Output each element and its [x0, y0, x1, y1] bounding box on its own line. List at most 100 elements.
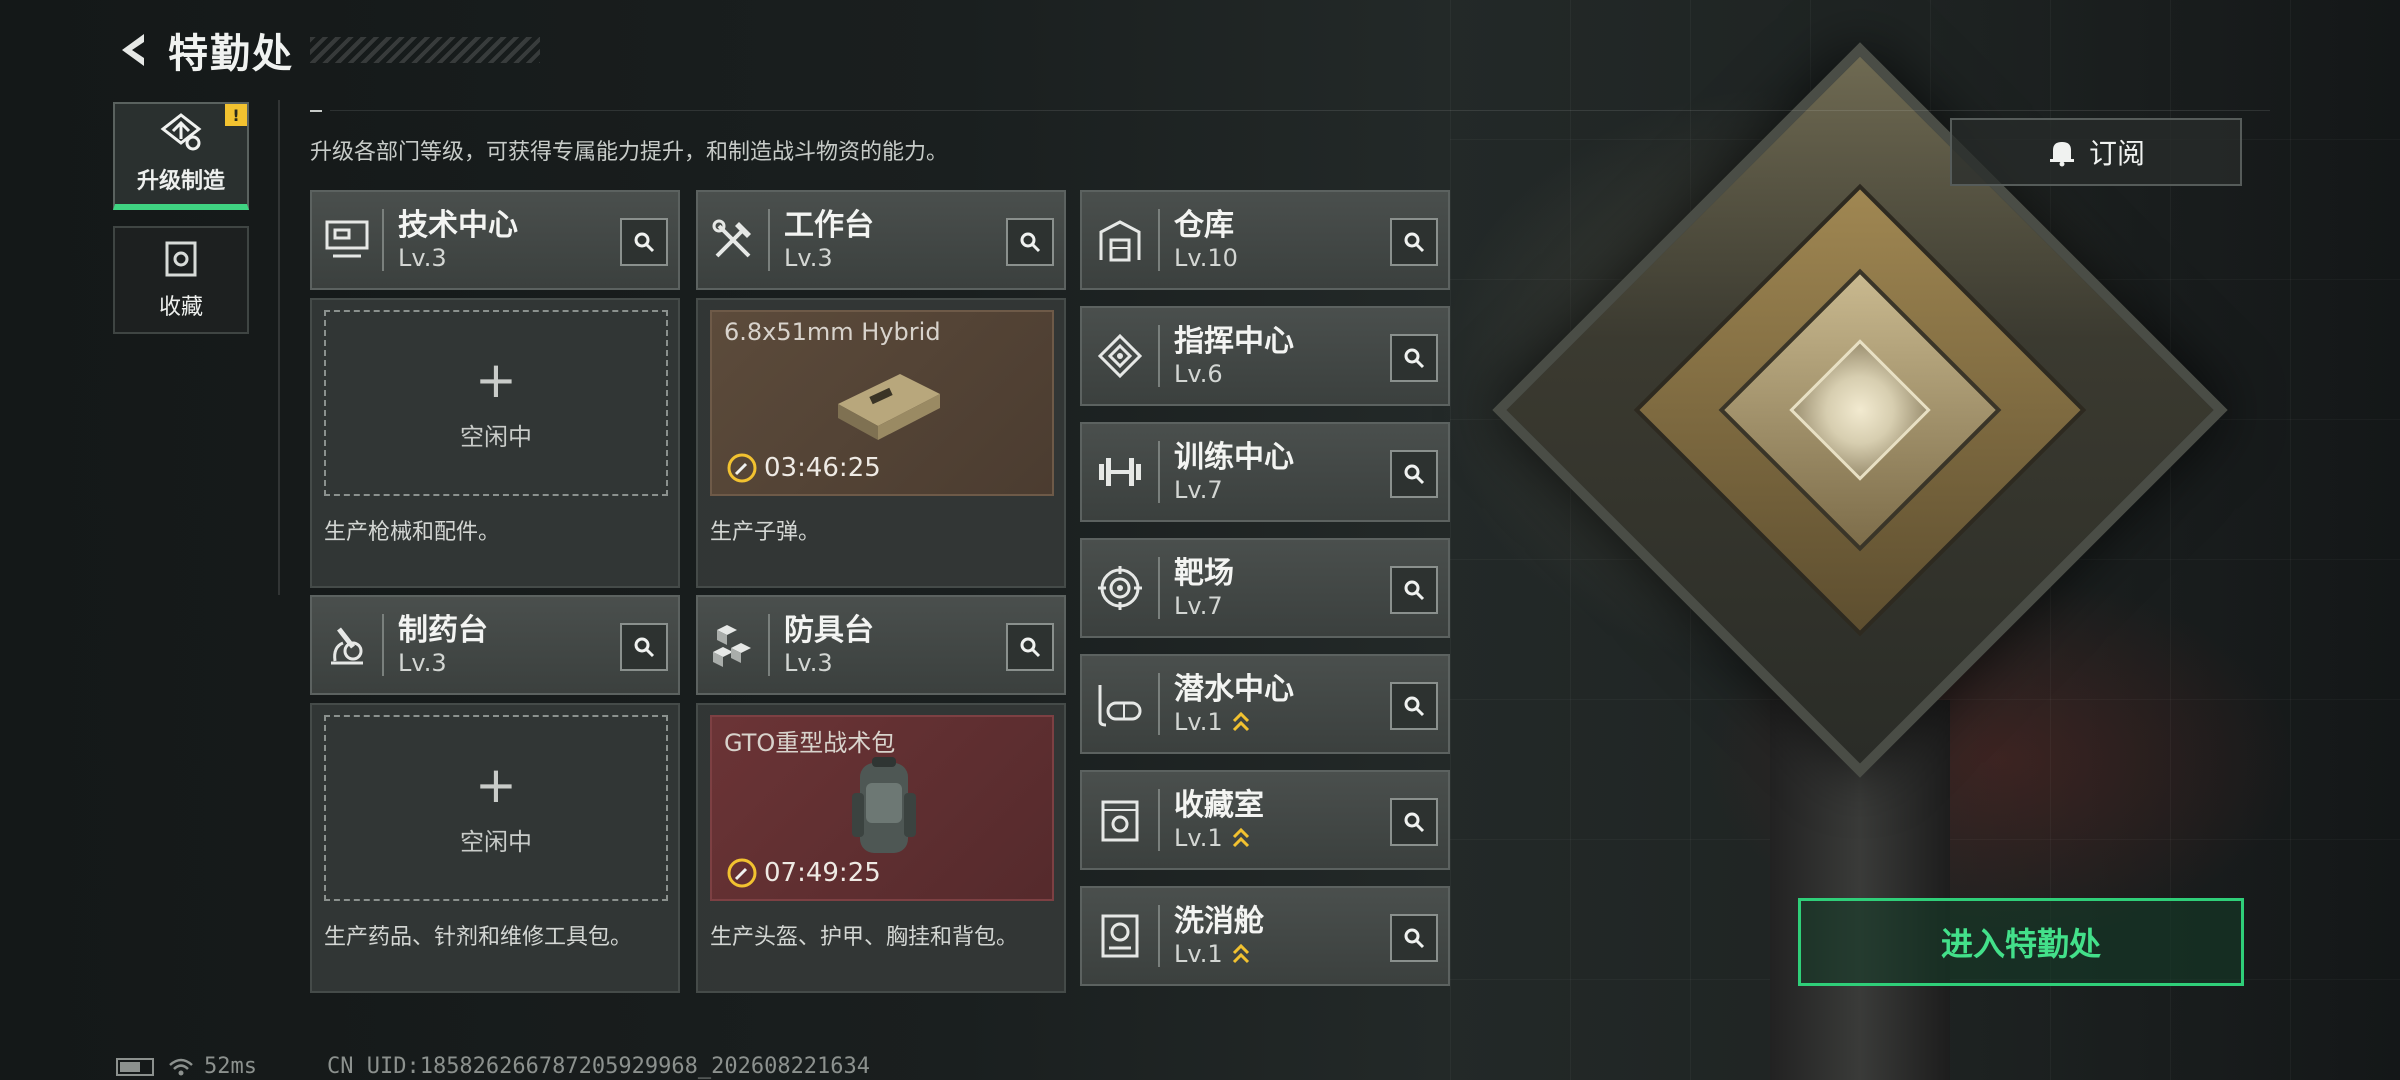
divider-line: [1158, 325, 1160, 387]
divider-line: [1158, 673, 1160, 735]
back-arrow-icon: [122, 34, 144, 66]
status-bar: 52ms CN UID:1858262667872059299​68_20260…: [116, 1054, 870, 1079]
enter-special-ops-button[interactable]: 进入特勤处: [1798, 898, 2244, 986]
facility-name: 收藏室: [1174, 788, 1264, 823]
bell-icon: [2049, 142, 2074, 167]
alert-badge: !: [225, 104, 247, 126]
station-body: GTO重型战术包 07:49:25 生产头盔、护甲、胸挂和背包。: [696, 703, 1066, 993]
production-timer: 07:49:25: [726, 857, 881, 889]
divider-line: [768, 614, 770, 676]
production-slot[interactable]: 6.8x51mm Hybrid 03:46:25: [710, 310, 1054, 496]
production-slot[interactable]: GTO重型战术包 07:49:25: [710, 715, 1054, 901]
station-header[interactable]: 工作台 Lv.3: [696, 190, 1066, 290]
armor-plates-icon: [698, 597, 768, 693]
slot-status: 空闲中: [460, 827, 532, 856]
production-item-name: 6.8x51mm Hybrid: [724, 318, 941, 346]
facility-warehouse[interactable]: 仓库 Lv.10: [1080, 190, 1450, 290]
divider-line: [1158, 905, 1160, 967]
back-button[interactable]: [110, 26, 158, 74]
station-header[interactable]: 防具台 Lv.3: [696, 595, 1066, 695]
empty-production-slot[interactable]: + 空闲中: [324, 310, 668, 496]
search-button[interactable]: [1390, 566, 1438, 614]
station-level: Lv.3: [398, 649, 447, 677]
subscribe-label: 订阅: [2088, 137, 2145, 170]
divider-line: [1158, 557, 1160, 619]
station-level: Lv.3: [784, 244, 833, 272]
search-button[interactable]: [1006, 218, 1054, 266]
search-button[interactable]: [1390, 682, 1438, 730]
facility-level: Lv.10: [1174, 244, 1238, 272]
upgrade-arrow-icon: [1232, 827, 1249, 848]
facility-diving-center[interactable]: 潜水中心 Lv.1: [1080, 654, 1450, 754]
facility-level: Lv.7: [1174, 592, 1234, 620]
facility-name: 训练中心: [1174, 440, 1294, 475]
divider-line: [1158, 441, 1160, 503]
search-icon: [1020, 637, 1041, 658]
level-value: Lv.1: [1174, 940, 1223, 968]
upgrade-arrow-icon: [1232, 943, 1249, 964]
microscope-icon: [312, 597, 382, 693]
search-button[interactable]: [1390, 914, 1438, 962]
search-icon: [1404, 348, 1425, 369]
station-body: + 空闲中 生产药品、针剂和维修工具包。: [310, 703, 680, 993]
station-description: 生产头盔、护甲、胸挂和背包。: [710, 925, 1019, 950]
diving-mask-icon: [1082, 656, 1158, 752]
wifi-icon: [169, 1058, 193, 1075]
facility-collection-room[interactable]: 收藏室 Lv.1: [1080, 770, 1450, 870]
divider-line: [278, 100, 280, 595]
station-name: 工作台: [784, 208, 874, 243]
search-icon: [634, 232, 655, 253]
tab-collection[interactable]: 收藏: [113, 226, 249, 334]
facility-name: 洗消舱: [1174, 904, 1264, 939]
level-value: Lv.1: [1174, 824, 1223, 852]
level-value: Lv.7: [1174, 592, 1223, 620]
ping-value: 52ms: [204, 1054, 257, 1079]
station-pharmacy: 制药台 Lv.3 + 空闲中 生产药品、针剂和维修工具包。: [310, 595, 680, 993]
level-value: Lv.10: [1174, 244, 1238, 272]
page-description: 升级各部门等级，可获得专属能力提升，和制造战斗物资的能力。: [310, 140, 949, 165]
backpack-icon: [852, 757, 916, 853]
divider-line: [330, 110, 2270, 111]
facility-cube-illustration: [1492, 42, 2228, 778]
station-description: 生产子弹。: [710, 520, 821, 545]
timer-value: 03:46:25: [764, 453, 881, 483]
production-timer: 03:46:25: [726, 452, 881, 484]
station-header[interactable]: 技术中心 Lv.3: [310, 190, 680, 290]
subscribe-button[interactable]: 订阅: [1950, 118, 2242, 186]
station-workbench: 工作台 Lv.3 6.8x51mm Hybrid 03:46:25 生产子弹。: [696, 190, 1066, 588]
search-button[interactable]: [1390, 450, 1438, 498]
station-header[interactable]: 制药台 Lv.3: [310, 595, 680, 695]
timer-wrench-icon: [727, 858, 757, 888]
search-button[interactable]: [620, 218, 668, 266]
station-name: 制药台: [398, 613, 488, 648]
search-button[interactable]: [1390, 218, 1438, 266]
station-tech-center: 技术中心 Lv.3 + 空闲中 生产枪械和配件。: [310, 190, 680, 588]
search-icon: [1404, 696, 1425, 717]
divider-line: [382, 209, 384, 271]
facility-name: 靶场: [1174, 556, 1234, 591]
tab-label: 升级制造: [136, 169, 225, 194]
search-button[interactable]: [1006, 623, 1054, 671]
search-icon: [634, 637, 655, 658]
ammo-box-icon: [838, 374, 940, 440]
facility-decontamination-cabin[interactable]: 洗消舱 Lv.1: [1080, 886, 1450, 986]
search-icon: [1404, 580, 1425, 601]
facility-name: 仓库: [1174, 208, 1234, 243]
facility-level: Lv.1: [1174, 708, 1294, 736]
station-armor: 防具台 Lv.3 GTO重型战术包 07:49:25 生产头盔、护甲、胸挂和背包…: [696, 595, 1066, 993]
search-button[interactable]: [620, 623, 668, 671]
tab-upgrade-craft[interactable]: ! 升级制造: [113, 102, 249, 210]
facility-level: Lv.6: [1174, 360, 1294, 388]
dumbbell-icon: [1082, 424, 1158, 520]
facility-command-center[interactable]: 指挥中心 Lv.6: [1080, 306, 1450, 406]
empty-production-slot[interactable]: + 空闲中: [324, 715, 668, 901]
facility-shooting-range[interactable]: 靶场 Lv.7: [1080, 538, 1450, 638]
search-button[interactable]: [1390, 334, 1438, 382]
tab-label: 收藏: [158, 295, 203, 320]
facility-level: Lv.1: [1174, 940, 1264, 968]
level-value: Lv.1: [1174, 708, 1223, 736]
search-button[interactable]: [1390, 798, 1438, 846]
divider-line: [1158, 209, 1160, 271]
computer-icon: [312, 192, 382, 288]
facility-training-center[interactable]: 训练中心 Lv.7: [1080, 422, 1450, 522]
